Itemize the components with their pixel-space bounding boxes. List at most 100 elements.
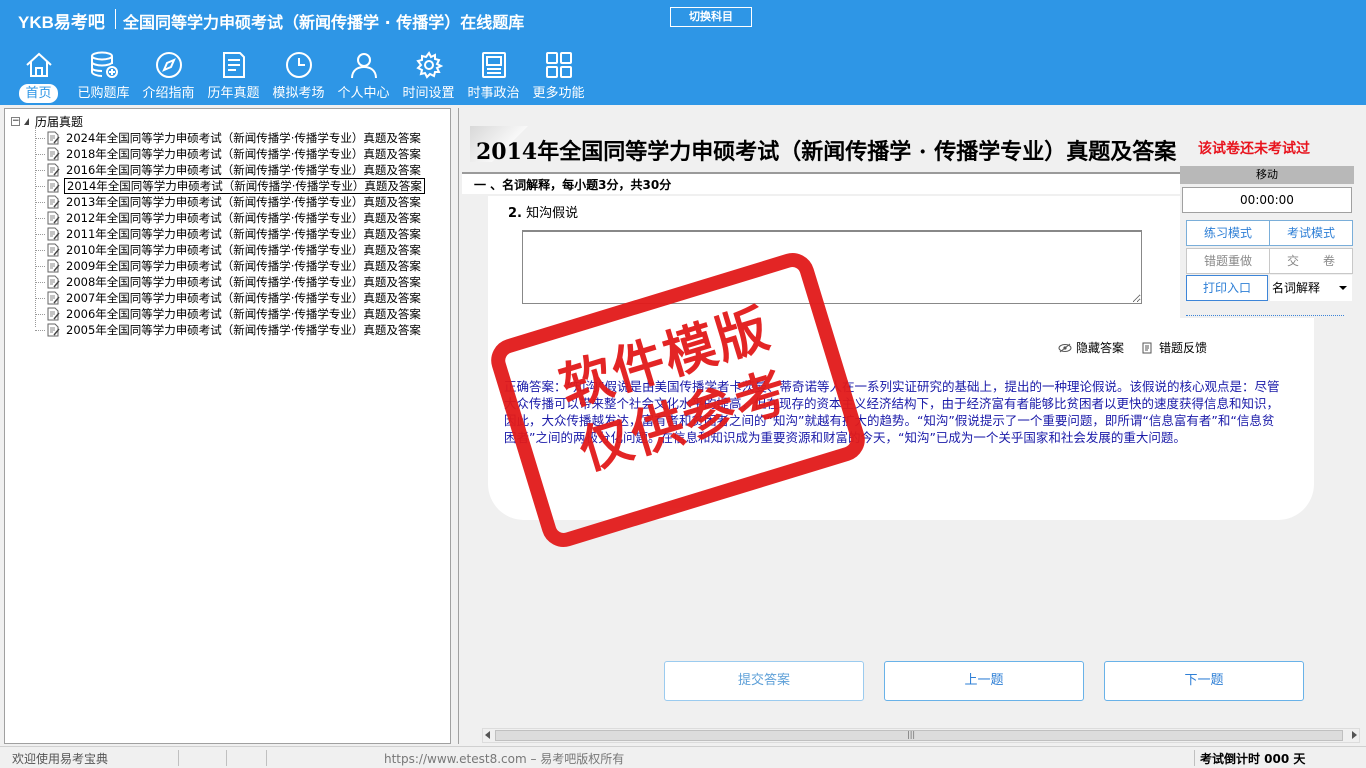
gear-icon — [412, 48, 446, 82]
tree-branch-line — [35, 329, 45, 331]
tree-item[interactable]: 2005年全国同等学力申硕考试（新闻传播学·传播学专业）真题及答案 — [35, 322, 423, 338]
submit-paper-button[interactable]: 交 卷 — [1269, 248, 1353, 274]
widget-move-handle[interactable]: 移动 — [1180, 166, 1354, 184]
status-separator — [226, 750, 227, 766]
nav-purchased-banks[interactable]: 已购题库 — [71, 48, 136, 104]
document-edit-icon — [47, 179, 60, 193]
tree-branch-line — [35, 137, 45, 139]
document-edit-icon — [47, 163, 60, 177]
print-entry-button[interactable]: 打印入口 — [1186, 275, 1268, 301]
nav-home[interactable]: 首页 — [6, 48, 71, 104]
status-bar: 欢迎使用易考宝典 https://www.etest8.com – 易考吧版权所… — [0, 746, 1366, 768]
chevron-down-icon — [1339, 286, 1347, 290]
document-edit-icon — [47, 131, 60, 145]
flag-doc-icon — [1142, 342, 1152, 353]
nav-current-affairs[interactable]: 时事政治 — [461, 48, 526, 104]
question-text: 2. 知沟假说 — [508, 206, 579, 221]
tree-branch-line — [35, 217, 45, 219]
nav-more-features[interactable]: 更多功能 — [526, 48, 591, 104]
paper-title: 2014年全国同等学力申硕考试（新闻传播学 · 传播学专业）真题及答案 — [476, 139, 1177, 165]
tree-item[interactable]: 2007年全国同等学力申硕考试（新闻传播学·传播学专业）真题及答案 — [35, 290, 423, 306]
tree-branch-line — [35, 313, 45, 315]
home-icon — [22, 48, 56, 82]
tree-item[interactable]: 2006年全国同等学力申硕考试（新闻传播学·传播学专业）真题及答案 — [35, 306, 423, 322]
exam-tree-panel: − 历届真题 2024年全国同等学力申硕考试（新闻传播学·传播学专业）真题及答案… — [4, 108, 451, 744]
question-type-select[interactable]: 名词解释 — [1270, 275, 1352, 301]
document-edit-icon — [47, 195, 60, 209]
nav-past-exams[interactable]: 历年真题 — [201, 48, 266, 104]
compass-icon — [152, 48, 186, 82]
tree-item[interactable]: 2024年全国同等学力申硕考试（新闻传播学·传播学专业）真题及答案 — [35, 130, 423, 146]
tree-branch-line — [35, 281, 45, 283]
tree-branch-line — [35, 265, 45, 267]
document-edit-icon — [47, 323, 60, 337]
tree-branch-line — [35, 169, 45, 171]
widget-bottom-edge — [1186, 310, 1344, 316]
document-edit-icon — [47, 211, 60, 225]
nav-time-settings[interactable]: 时间设置 — [396, 48, 461, 104]
app-logo: YKB易考吧 — [18, 13, 105, 33]
tree-item[interactable]: 2011年全国同等学力申硕考试（新闻传播学·传播学专业）真题及答案 — [35, 226, 423, 242]
tree-item[interactable]: 2018年全国同等学力申硕考试（新闻传播学·传播学专业）真题及答案 — [35, 146, 423, 162]
document-edit-icon — [47, 291, 60, 305]
tree-item[interactable]: 2008年全国同等学力申硕考试（新闻传播学·传播学专业）真题及答案 — [35, 274, 423, 290]
clock-icon — [282, 48, 316, 82]
tree-item[interactable]: 2012年全国同等学力申硕考试（新闻传播学·传播学专业）真题及答案 — [35, 210, 423, 226]
nav-guide[interactable]: 介绍指南 — [136, 48, 201, 104]
tree-branch-line — [35, 153, 45, 155]
exam-mode-button[interactable]: 考试模式 — [1269, 220, 1353, 246]
answer-input[interactable] — [522, 230, 1142, 304]
document-edit-icon — [47, 147, 60, 161]
tree-item[interactable]: 2010年全国同等学力申硕考试（新闻传播学·传播学专业）真题及答案 — [35, 242, 423, 258]
document-edit-icon — [47, 307, 60, 321]
section-label: 一 、名词解释，每小题3分，共30分 — [474, 178, 672, 192]
practice-mode-button[interactable]: 练习模式 — [1186, 220, 1270, 246]
horizontal-scrollbar[interactable]: ||| — [482, 728, 1360, 743]
tree-item[interactable]: 2009年全国同等学力申硕考试（新闻传播学·传播学专业）真题及答案 — [35, 258, 423, 274]
report-error-link[interactable]: 错题反馈 — [1142, 339, 1207, 356]
status-copyright: https://www.etest8.com – 易考吧版权所有 — [384, 752, 625, 766]
tree-branch-line — [35, 185, 45, 187]
redo-wrong-button[interactable]: 错题重做 — [1186, 248, 1270, 274]
document-list-icon — [217, 48, 251, 82]
status-separator — [266, 750, 267, 766]
status-separator — [178, 750, 179, 766]
app-header: YKB易考吧 全国同等学力申硕考试（新闻传播学 · 传播学）在线题库 切换科目 … — [0, 0, 1366, 105]
tree-branch-line — [35, 233, 45, 235]
timer-display: 00:00:00 — [1182, 187, 1352, 213]
tree-root[interactable]: − 历届真题 — [11, 113, 83, 130]
tree-item[interactable]: 2013年全国同等学力申硕考试（新闻传播学·传播学专业）真题及答案 — [35, 194, 423, 210]
app-title: 全国同等学力申硕考试（新闻传播学 · 传播学）在线题库 — [123, 13, 525, 32]
hide-answer-link[interactable]: 隐藏答案 — [1058, 339, 1124, 356]
document-edit-icon — [47, 275, 60, 289]
scroll-right-icon[interactable] — [1352, 731, 1357, 739]
tree-branch-line — [35, 201, 45, 203]
document-edit-icon — [47, 259, 60, 273]
next-question-button[interactable]: 下一题 — [1104, 661, 1304, 701]
document-edit-icon — [47, 243, 60, 257]
main-nav: 首页 已购题库 介绍指南 历年真题 模拟考场 个人中心 时间设置 时事政治 更多… — [6, 48, 591, 104]
news-icon — [477, 48, 511, 82]
exam-status-notice: 该试卷还未考试过 — [1198, 141, 1310, 157]
status-separator — [1194, 750, 1195, 766]
title-separator — [115, 9, 116, 29]
user-icon — [347, 48, 381, 82]
collapse-icon[interactable]: − — [11, 117, 20, 126]
tree-item[interactable]: 2016年全国同等学力申硕考试（新闻传播学·传播学专业）真题及答案 — [35, 162, 423, 178]
database-icon — [87, 48, 121, 82]
nav-mock-exam[interactable]: 模拟考场 — [266, 48, 331, 104]
tree-branch-line — [35, 297, 45, 299]
tree-item[interactable]: 2014年全国同等学力申硕考试（新闻传播学·传播学专业）真题及答案 — [35, 178, 425, 194]
exam-countdown: 考试倒计时 000 天 — [1200, 752, 1306, 766]
scroll-left-icon[interactable] — [485, 731, 490, 739]
document-edit-icon — [47, 227, 60, 241]
switch-subject-button[interactable]: 切换科目 — [670, 7, 752, 27]
eye-icon — [1058, 343, 1072, 352]
scrollbar-thumb[interactable] — [495, 730, 1343, 741]
grip-icon: ||| — [907, 730, 916, 739]
nav-profile[interactable]: 个人中心 — [331, 48, 396, 104]
submit-answer-button[interactable]: 提交答案 — [664, 661, 864, 701]
tree-branch-line — [35, 249, 45, 251]
status-welcome: 欢迎使用易考宝典 — [12, 752, 109, 766]
prev-question-button[interactable]: 上一题 — [884, 661, 1084, 701]
